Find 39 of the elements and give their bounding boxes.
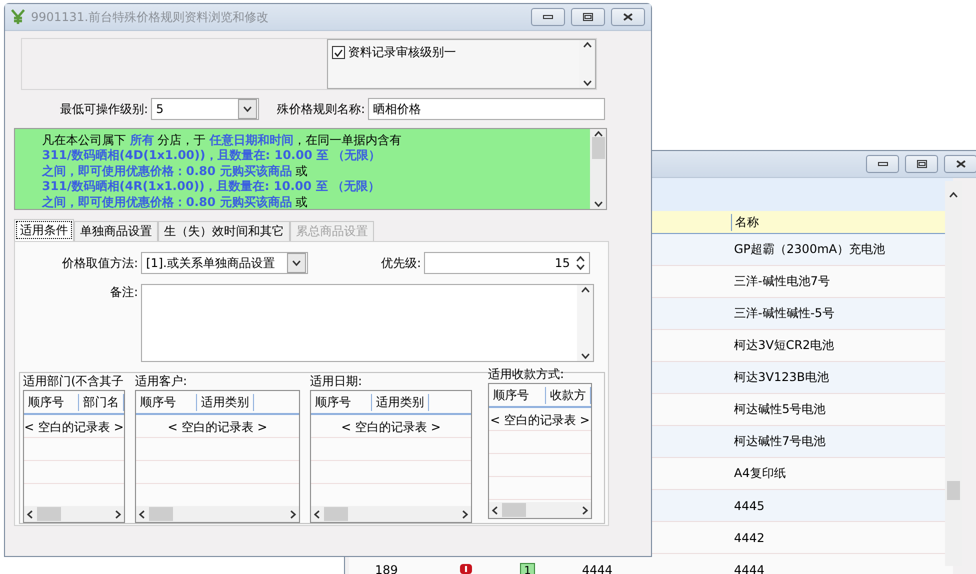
column-header: 顺序号 <box>489 386 546 404</box>
table-cell-text: 4444 <box>734 562 766 574</box>
grid-title: 适用部门(不含其子 <box>23 373 125 390</box>
checkbox-label: 资料记录审核级别一 <box>348 44 456 61</box>
column-header: 顺序号 <box>24 394 79 410</box>
table-cell-text: 柯达碱性7号电池 <box>734 433 827 450</box>
field-label: 殊价格规则名称: <box>276 100 366 118</box>
empty-message: < 空白的记录表 > <box>490 413 590 427</box>
column-header: 顺序号 <box>311 394 372 410</box>
field-label: 备注: <box>108 284 139 301</box>
table-cell-text: 柯达碱性5号电池 <box>734 401 827 418</box>
table-cell-text: 柯达3V123B电池 <box>734 369 830 386</box>
flag-badge: 1 <box>520 562 535 574</box>
column-header: 适用类别 <box>197 394 254 410</box>
column-header: 部门名 <box>79 394 124 410</box>
table-cell-text: 三洋-碱性电池7号 <box>734 273 831 290</box>
rule-description: 凡在本公司属下 所有 分店，于 任意日期和时间，在同一单据内含有 311/数码晒相(4D(1x1.00))，且数量在: 10.00 至 （无限） 之间，即可使用优惠价格：0.80 元购买该商品 或 311/数码晒相(4R(1x1.00))，且数量在: 10.00 至 （无限） 之间，即可使用优惠价格：0.80 元购买该商品 或 <box>40 132 402 209</box>
table-cell-text: 4444 <box>582 562 614 574</box>
table-cell-text: A4复印纸 <box>734 465 787 482</box>
table-cell-text: 4442 <box>734 530 766 544</box>
table-cell-text: 189 <box>375 562 399 574</box>
column-header: 顺序号 <box>136 394 197 410</box>
empty-message: < 空白的记录表 > <box>24 420 124 434</box>
table-cell-text: 三洋-碱性碱性-5号 <box>734 305 836 322</box>
grid-title: 适用日期: <box>310 373 364 390</box>
field-label: 优先级: <box>380 254 422 272</box>
table-cell-text: 4445 <box>734 498 766 512</box>
grid-title: 适用客户: <box>135 373 188 390</box>
column-header: 收款方 <box>546 386 591 404</box>
field-label: 最低可操作级别: <box>58 100 149 118</box>
table-cell-text: GP超霸（2300mA）充电池 <box>734 241 886 258</box>
window-title: 9901131.前台特殊价格规则资料浏览和修改 <box>31 8 270 26</box>
empty-message: < 空白的记录表 > <box>341 420 441 434</box>
column-header: 名称 <box>731 214 759 230</box>
empty-message: < 空白的记录表 > <box>168 420 268 434</box>
column-header: 适用类别 <box>372 394 429 410</box>
field-label: 价格取值方法: <box>60 254 139 272</box>
table-cell-text: 柯达3V短CR2电池 <box>734 337 836 354</box>
grid-title: 适用收款方式: <box>488 366 566 383</box>
